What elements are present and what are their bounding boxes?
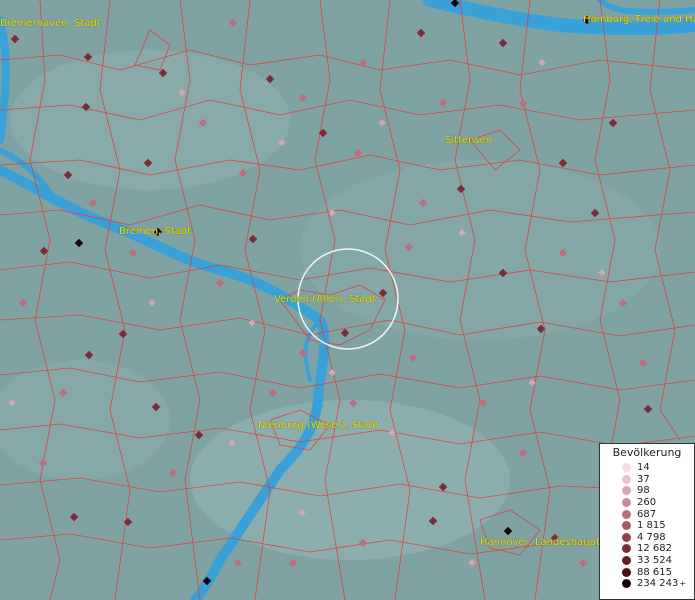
legend-label: 1 815	[637, 520, 666, 532]
legend-entry: 1 815	[600, 520, 694, 532]
legend-swatch	[622, 556, 631, 566]
legend-swatch	[622, 567, 631, 577]
legend-label: 98	[637, 485, 650, 497]
label-nienburg: Nienburg (Weser), Stadt	[258, 420, 379, 431]
legend-title: Bevölkerung	[612, 446, 682, 459]
label-hamburg: Hamburg, Freie und Ha	[583, 14, 695, 25]
label-bremen: Bremen, Stadt	[119, 226, 191, 237]
legend-rows: 14 37 98 260 687 1 815 4 798 12 682 33 524 88 615…	[600, 462, 694, 590]
legend-entry: 37	[600, 474, 694, 486]
legend-swatch	[622, 463, 631, 473]
label-sittensen: Sittensen	[445, 135, 492, 146]
legend-entry: 260	[600, 497, 694, 509]
label-verden: Verden (Aller), Stadt	[274, 294, 376, 305]
legend-label: 88 615	[637, 566, 672, 578]
legend-swatch	[622, 579, 631, 589]
legend-label: 12 682	[637, 543, 672, 555]
legend-label: 234 243	[637, 578, 679, 590]
legend-label: 33 524	[637, 555, 672, 567]
legend-entry: 687	[600, 508, 694, 520]
label-bremerhaven: Bremerhaven, Stadt	[0, 18, 101, 29]
legend-entry: 33 524	[600, 555, 694, 567]
legend-swatch	[622, 521, 631, 531]
legend-entry: 4 798	[600, 532, 694, 544]
map-canvas[interactable]: Bremerhaven, Stadt Hamburg, Freie und Ha…	[0, 0, 695, 600]
legend-swatch	[622, 544, 631, 554]
legend-swatch	[622, 486, 631, 496]
population-legend: Bevölkerung 14 37 98 260 687 1 815 4 798 12 682…	[599, 443, 695, 600]
legend-plus: +	[679, 579, 687, 589]
legend-label: 260	[637, 497, 657, 509]
legend-entry: 14	[600, 462, 694, 474]
legend-label: 14	[637, 462, 650, 474]
legend-entry: 98	[600, 485, 694, 497]
legend-label: 4 798	[637, 531, 666, 543]
legend-swatch	[622, 474, 631, 484]
label-hannover: Hannover, Landeshaupt	[480, 537, 600, 548]
legend-entry: 88 615	[600, 566, 694, 578]
legend-swatch	[622, 498, 631, 508]
legend-entry: 12 682	[600, 543, 694, 555]
legend-swatch	[622, 532, 631, 542]
legend-label: 687	[637, 508, 657, 520]
legend-swatch	[622, 509, 631, 519]
legend-entry: 234 243 +	[600, 578, 694, 590]
legend-label: 37	[637, 473, 650, 485]
